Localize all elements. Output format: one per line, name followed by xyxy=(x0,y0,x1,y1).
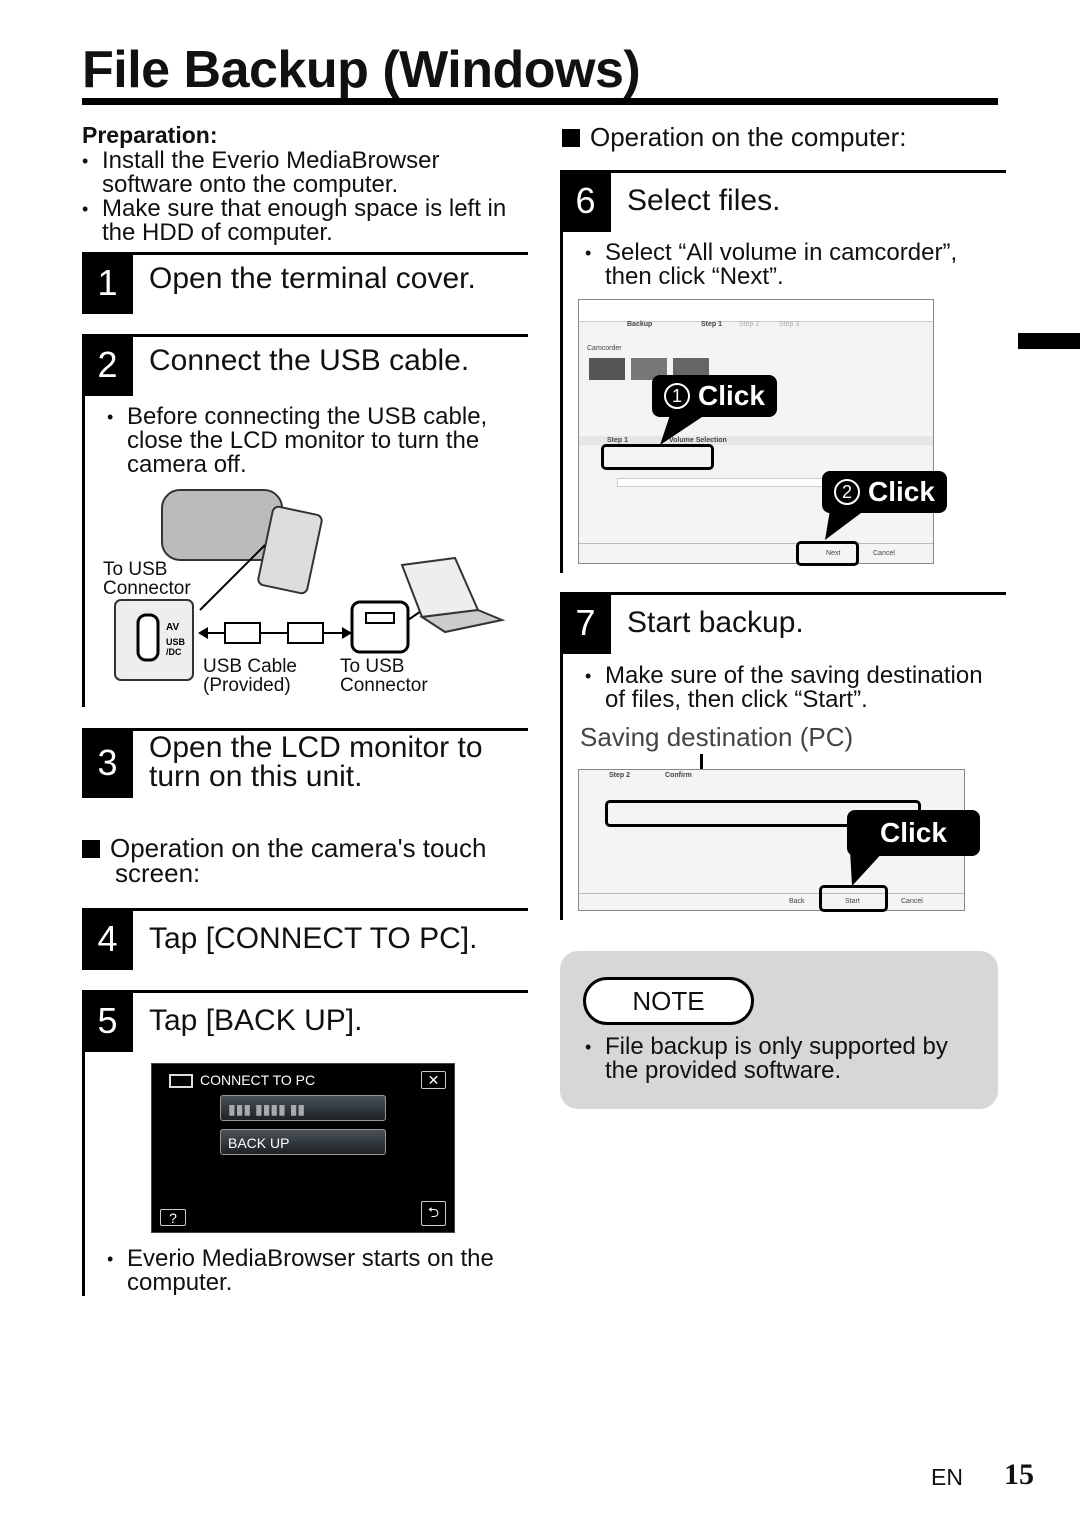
step-4: 4 Tap [CONNECT TO PC]. xyxy=(82,908,528,970)
step-6: 6 Select files. xyxy=(560,170,1006,232)
backup-tab[interactable]: Backup xyxy=(627,321,652,328)
preparation-heading: Preparation: xyxy=(82,122,218,148)
confirm-title: Confirm xyxy=(665,772,692,779)
click-callout-1: 1 Click xyxy=(652,375,777,417)
callout-text: Click xyxy=(698,380,765,411)
step-indicator: Step 3 xyxy=(779,321,800,328)
camera-operation-heading: Operation on the camera's touch screen: xyxy=(82,833,522,888)
step-3: 3 Open the LCD monitor to turn on this u… xyxy=(82,728,528,798)
step-2-bar xyxy=(82,395,85,707)
page-title: File Backup (Windows) xyxy=(82,41,641,99)
help-icon[interactable]: ? xyxy=(160,1209,186,1226)
step-2-notes: Before connecting the USB cable, close t… xyxy=(107,405,517,477)
callout-pointer xyxy=(850,850,885,886)
step-label: Tap [BACK UP]. xyxy=(149,1004,363,1037)
step-number: 2 xyxy=(82,334,133,396)
thumbnail[interactable] xyxy=(589,358,625,380)
preparation-item: Make sure that enough space is left in t… xyxy=(82,197,528,245)
usb-cable-label: USB Cable (Provided) xyxy=(203,656,297,696)
step-1: 1 Open the terminal cover. xyxy=(82,252,528,314)
step-7: 7 Start backup. xyxy=(560,592,1006,654)
step-indicator: Step 2 xyxy=(739,321,760,328)
square-bullet-icon xyxy=(82,840,100,858)
svg-text:AV: AV xyxy=(166,622,179,633)
usb-connection-diagram: AV USB /DC To USB Connector USB Cable (P… xyxy=(100,485,520,700)
computer-operation-text: Operation on the computer: xyxy=(590,122,907,152)
callout-text: Click xyxy=(880,817,947,848)
preparation: Preparation: Install the Everio MediaBro… xyxy=(82,122,528,245)
click-callout-start: Click xyxy=(847,810,980,856)
step-2: 2 Connect the USB cable. xyxy=(82,334,528,396)
step-6-notes: Select “All volume in camcorder”, then c… xyxy=(585,241,985,289)
step-label: Select files. xyxy=(627,184,781,217)
camera-operation-text: Operation on the camera's touch screen: xyxy=(110,833,487,888)
step-number: 6 xyxy=(560,170,611,232)
step-label: Start backup. xyxy=(627,606,804,639)
bullet-text: Make sure of the saving destination of f… xyxy=(585,664,1005,712)
svg-text:/DC: /DC xyxy=(166,647,182,657)
note-box: NOTE File backup is only supported by th… xyxy=(560,951,998,1109)
cancel-button[interactable]: Cancel xyxy=(873,550,895,557)
close-icon[interactable]: ✕ xyxy=(421,1071,446,1089)
back-button[interactable]: Back xyxy=(789,898,805,905)
step-indicator: Step 2 xyxy=(609,772,631,779)
step-number: 4 xyxy=(82,908,133,970)
saving-destination-caption: Saving destination (PC) xyxy=(580,722,854,752)
step-indicator: Step 1 xyxy=(701,321,723,328)
page-number: 15 xyxy=(1004,1458,1034,1491)
preparation-item: Install the Everio MediaBrowser software… xyxy=(82,149,528,197)
step-5-bar xyxy=(82,1050,85,1296)
step-number: 3 xyxy=(82,728,133,798)
bullet-text: Select “All volume in camcorder”, then c… xyxy=(585,241,985,289)
camcorder-section: Camcorder xyxy=(587,345,622,352)
bullet-text: Before connecting the USB cable, close t… xyxy=(107,405,517,477)
click-callout-2: 2 Click xyxy=(822,471,947,513)
step-label: Connect the USB cable. xyxy=(149,344,470,377)
note-item: File backup is only supported by the pro… xyxy=(585,1035,985,1083)
screen-title: CONNECT TO PC xyxy=(200,1072,316,1088)
note-badge: NOTE xyxy=(583,977,754,1025)
callout-text: Click xyxy=(868,476,935,507)
title-rule xyxy=(82,98,998,105)
circled-number: 1 xyxy=(664,383,690,409)
to-usb-connector-pc-label: To USB Connector xyxy=(340,656,428,696)
cancel-button[interactable]: Cancel xyxy=(901,898,923,905)
step-7-bar xyxy=(560,652,563,920)
circled-number: 2 xyxy=(834,479,860,505)
step-number: 7 xyxy=(560,592,611,654)
section-tab-marker xyxy=(1018,333,1080,349)
step-label: Open the LCD monitor to turn on this uni… xyxy=(149,731,483,793)
computer-operation-heading: Operation on the computer: xyxy=(562,122,907,153)
square-bullet-icon xyxy=(562,129,580,147)
step-5-notes: Everio MediaBrowser starts on the comput… xyxy=(107,1247,517,1295)
obscured-menu-button[interactable]: ▮▮▮ ▮▮▮▮ ▮▮ xyxy=(220,1095,386,1121)
pc-icon xyxy=(169,1074,193,1088)
step-number: 5 xyxy=(82,990,133,1052)
back-icon[interactable]: ⮌ xyxy=(421,1201,446,1226)
to-usb-connector-camera-label: To USB Connector xyxy=(103,559,191,599)
step-label: Open the terminal cover. xyxy=(149,262,476,295)
step-5: 5 Tap [BACK UP]. xyxy=(82,990,528,1052)
bullet-text: Everio MediaBrowser starts on the comput… xyxy=(107,1247,517,1295)
step-label: Tap [CONNECT TO PC]. xyxy=(149,922,478,955)
camera-touch-screen: CONNECT TO PC ✕ ▮▮▮ ▮▮▮▮ ▮▮ BACK UP ? ⮌ xyxy=(151,1063,455,1233)
step-number: 1 xyxy=(82,252,133,314)
language-label: EN xyxy=(931,1464,963,1490)
back-up-button[interactable]: BACK UP xyxy=(220,1129,386,1155)
step-7-notes: Make sure of the saving destination of f… xyxy=(585,664,1005,712)
svg-text:USB: USB xyxy=(166,637,186,647)
